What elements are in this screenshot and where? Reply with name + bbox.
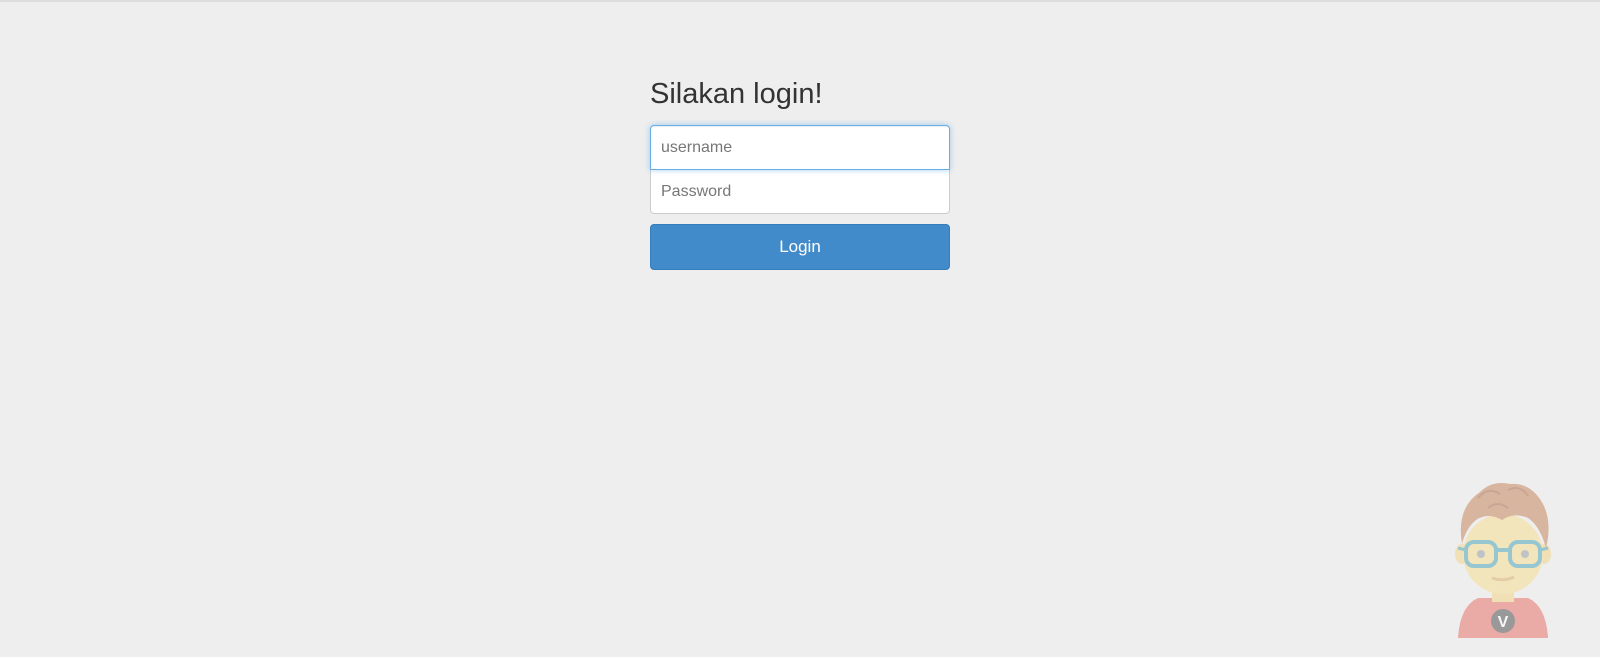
login-heading: Silakan login! xyxy=(650,78,823,110)
username-input[interactable] xyxy=(650,125,950,170)
cartoon-boy-mascot-icon: V xyxy=(1455,483,1551,638)
login-button[interactable]: Login xyxy=(650,224,950,270)
password-input[interactable] xyxy=(650,169,950,214)
top-divider xyxy=(0,0,1600,2)
login-form: Silakan login! Login xyxy=(650,72,950,270)
svg-text:V: V xyxy=(1498,614,1509,631)
